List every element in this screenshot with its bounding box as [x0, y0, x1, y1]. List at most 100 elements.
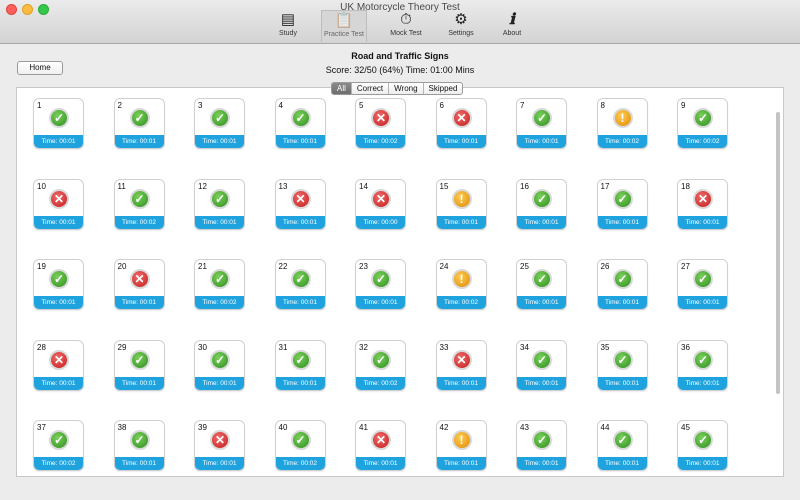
question-card[interactable]: 14 ✕ Time: 00:00 [355, 178, 406, 230]
check-icon: ✓ [693, 108, 713, 128]
question-card[interactable]: 36 ✓ Time: 00:01 [677, 339, 728, 391]
question-number: 23 [359, 262, 368, 271]
question-card[interactable]: 39 ✕ Time: 00:01 [194, 420, 245, 471]
question-card[interactable]: 28 ✕ Time: 00:01 [33, 339, 84, 391]
question-card[interactable]: 31 ✓ Time: 00:01 [274, 339, 326, 391]
question-time: Time: 00:02 [678, 135, 727, 148]
question-card[interactable]: 9 ✓ Time: 00:02 [677, 98, 728, 149]
filter-wrong-tab[interactable]: Wrong [388, 83, 422, 94]
question-time: Time: 00:01 [275, 376, 325, 390]
toolbar-study-label: Study [279, 30, 297, 37]
cross-icon: ✕ [129, 269, 150, 289]
clipboard-icon: 📋 [334, 12, 354, 29]
check-icon: ✓ [693, 430, 713, 450]
question-card[interactable]: 3 ✓ Time: 00:01 [194, 98, 245, 149]
toolbar-about-label: About [502, 30, 522, 37]
question-card[interactable]: 32 ✓ Time: 00:02 [355, 339, 406, 391]
question-card[interactable]: 12 ✓ Time: 00:01 [194, 178, 245, 230]
question-card[interactable]: 17 ✓ Time: 00:01 [596, 178, 648, 230]
question-card[interactable]: 38 ✓ Time: 00:01 [113, 420, 165, 471]
question-card[interactable]: 23 ✓ Time: 00:01 [355, 259, 406, 310]
question-card[interactable]: 30 ✓ Time: 00:01 [194, 339, 245, 391]
question-card[interactable]: 10 ✕ Time: 00:01 [33, 178, 84, 230]
question-card[interactable]: 42! Time: 00:01 [435, 420, 487, 471]
question-time: Time: 00:01 [275, 296, 325, 309]
question-number: 7 [520, 101, 525, 110]
check-icon: ✓ [532, 108, 552, 128]
question-card[interactable]: 27 ✓ Time: 00:01 [677, 259, 728, 310]
question-number: 22 [278, 262, 288, 271]
question-card[interactable]: 1 ✓ Time: 00:01 [33, 98, 84, 149]
filter-correct-tab[interactable]: Correct [350, 83, 388, 94]
question-number: 4 [278, 101, 283, 110]
cross-icon: ✕ [693, 188, 713, 209]
question-card[interactable]: 11 ✓ Time: 00:02 [113, 178, 165, 230]
question-time: Time: 00:01 [597, 376, 647, 390]
check-icon: ✓ [532, 430, 552, 450]
question-number: 18 [681, 181, 690, 191]
question-time: Time: 00:01 [597, 215, 647, 229]
question-card[interactable]: 13 ✕ Time: 00:01 [274, 178, 326, 230]
check-icon: ✓ [290, 349, 311, 370]
question-card[interactable]: 44 ✓ Time: 00:01 [596, 420, 648, 471]
vertical-scrollbar[interactable] [776, 112, 780, 394]
question-time: Time: 00:01 [436, 457, 486, 470]
question-time: Time: 00:01 [436, 376, 486, 390]
check-icon: ✓ [693, 269, 713, 289]
filter-all-tab[interactable]: All [332, 83, 351, 94]
question-card[interactable]: 43 ✓ Time: 00:01 [516, 420, 567, 471]
page-title: Road and Traffic Signs [351, 51, 449, 61]
question-number: 32 [359, 342, 368, 352]
toolbar-about-button[interactable]: ℹ About [489, 10, 535, 42]
question-time: Time: 00:01 [517, 296, 566, 309]
question-card[interactable]: 2 ✓ Time: 00:01 [113, 98, 165, 149]
toolbar-study-button[interactable]: ▤ Study [265, 10, 311, 42]
question-number: 27 [681, 262, 690, 271]
gear-icon: ⚙ [454, 11, 468, 28]
cross-icon: ✕ [371, 430, 391, 450]
question-number: 26 [600, 262, 610, 271]
check-icon: ✓ [210, 188, 230, 209]
cross-icon: ✕ [451, 349, 472, 370]
question-card[interactable]: 25 ✓ Time: 00:01 [516, 259, 567, 310]
question-card[interactable]: 19 ✓ Time: 00:01 [33, 259, 84, 310]
question-card[interactable]: 29 ✓ Time: 00:01 [113, 339, 165, 391]
check-icon: ✓ [129, 188, 150, 209]
question-card[interactable]: 4 ✓ Time: 00:01 [274, 98, 326, 149]
question-time: Time: 00:02 [114, 215, 164, 229]
question-card[interactable]: 40 ✓ Time: 00:02 [274, 420, 326, 471]
question-card[interactable]: 8! Time: 00:02 [596, 98, 648, 149]
question-card[interactable]: 22 ✓ Time: 00:01 [274, 259, 326, 310]
toolbar-settings-button[interactable]: ⚙ Settings [438, 10, 484, 42]
question-card[interactable]: 7 ✓ Time: 00:01 [516, 98, 567, 149]
check-icon: ✓ [532, 349, 552, 370]
check-icon: ✓ [612, 430, 633, 450]
question-time: Time: 00:01 [34, 296, 83, 309]
question-number: 14 [359, 181, 368, 191]
cross-icon: ✕ [210, 430, 230, 450]
question-card[interactable]: 24! Time: 00:02 [435, 259, 487, 310]
toolbar-practice-test-button[interactable]: 📋 Practice Test [321, 10, 367, 42]
question-card[interactable]: 41 ✕ Time: 00:01 [355, 420, 406, 471]
question-time: Time: 00:02 [356, 135, 405, 148]
question-card[interactable]: 15! Time: 00:01 [435, 178, 487, 230]
question-number: 8 [600, 101, 605, 110]
toolbar-mock-test-button[interactable]: ⏱ Mock Test [383, 10, 429, 42]
question-card[interactable]: 18 ✕ Time: 00:01 [677, 178, 728, 230]
check-icon: ✓ [612, 269, 633, 289]
question-card[interactable]: 33 ✕ Time: 00:01 [435, 339, 487, 391]
filter-skipped-tab[interactable]: Skipped [422, 83, 463, 94]
question-card[interactable]: 5 ✕ Time: 00:02 [355, 98, 406, 149]
question-time: Time: 00:01 [195, 376, 244, 390]
question-card[interactable]: 21 ✓ Time: 00:02 [194, 259, 245, 310]
question-card[interactable]: 20 ✕ Time: 00:01 [113, 259, 165, 310]
question-card[interactable]: 45 ✓ Time: 00:01 [677, 420, 728, 471]
question-card[interactable]: 34 ✓ Time: 00:01 [516, 339, 567, 391]
question-card[interactable]: 16 ✓ Time: 00:01 [516, 178, 567, 230]
question-card[interactable]: 26 ✓ Time: 00:01 [596, 259, 648, 310]
question-card[interactable]: 37 ✓ Time: 00:02 [33, 420, 84, 471]
check-icon: ✓ [49, 269, 69, 289]
question-number: 19 [37, 262, 46, 271]
question-card[interactable]: 6 ✕ Time: 00:01 [435, 98, 487, 149]
question-card[interactable]: 35 ✓ Time: 00:01 [596, 339, 648, 391]
